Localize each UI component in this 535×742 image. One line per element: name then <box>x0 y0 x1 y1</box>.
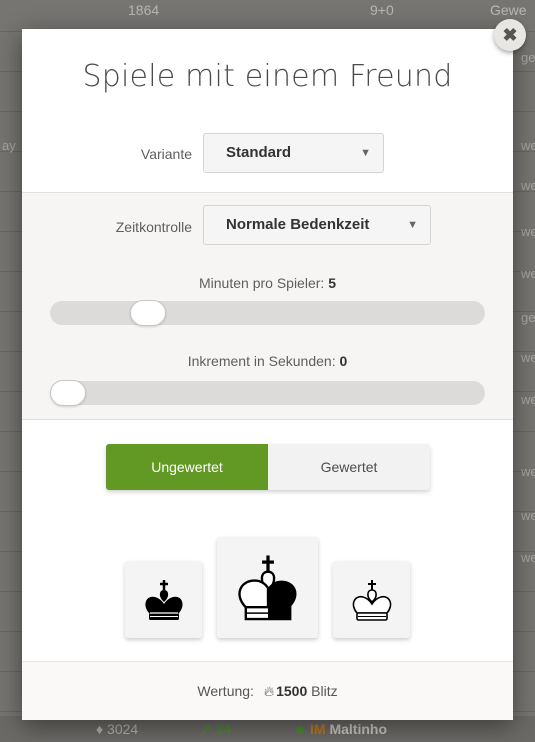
lobby-fragment: we <box>521 266 535 281</box>
chevron-down-icon: ▼ <box>407 219 418 231</box>
lobby-footer-change: ↗ 24 <box>200 721 232 737</box>
unrated-button[interactable]: Ungewertet <box>106 444 268 490</box>
increment-slider[interactable] <box>50 380 485 406</box>
time-control-panel: Zeitkontrolle Normale Bedenkzeit ▼ Minut… <box>22 192 513 420</box>
lobby-fragment: ge <box>521 50 535 65</box>
lobby-player: Gewe <box>490 2 527 18</box>
lobby-fragment: we <box>521 350 535 365</box>
increment-slider-handle[interactable] <box>50 380 86 406</box>
minutes-slider-handle[interactable] <box>130 300 166 326</box>
lobby-fragment: ay <box>2 138 16 153</box>
rating-speed: Blitz <box>311 683 338 699</box>
random-king-icon <box>237 554 296 620</box>
lobby-fragment: we <box>521 508 535 523</box>
lobby-fragment: we <box>521 138 535 153</box>
rated-toggle: Ungewertet Gewertet <box>106 444 430 490</box>
lobby-fragment: we <box>521 178 535 193</box>
fire-icon: 🔥︎ <box>263 683 275 699</box>
play-with-friend-dialog: Spiele mit einem Freund Variante Standar… <box>22 29 513 720</box>
rating-value: 1500 <box>276 683 308 699</box>
variant-value: Standard <box>226 144 292 161</box>
online-dot-icon <box>296 726 304 735</box>
rating-footer: Wertung: 🔥︎ 1500 Blitz <box>22 661 513 720</box>
lobby-footer-player: IM Maltinho <box>296 721 387 737</box>
lobby-time: 9+0 <box>370 2 394 18</box>
dialog-title: Spiele mit einem Freund <box>82 59 453 94</box>
lobby-fragment: we <box>521 464 535 479</box>
play-white-button[interactable] <box>333 561 410 638</box>
black-king-icon <box>144 579 183 620</box>
lobby-rating: 1864 <box>128 2 160 18</box>
time-control-value: Normale Bedenkzeit <box>226 216 370 233</box>
increment-value: 0 <box>339 353 348 369</box>
rated-button[interactable]: Gewertet <box>268 444 430 490</box>
lobby-fragment: we <box>521 550 535 565</box>
time-control-select[interactable]: Normale Bedenkzeit ▼ <box>203 205 431 245</box>
variant-select[interactable]: Standard ▼ <box>203 133 384 173</box>
minutes-slider[interactable] <box>50 300 485 326</box>
rating-label: Wertung: <box>197 683 258 699</box>
variant-label: Variante <box>140 146 192 162</box>
lobby-fragment: we <box>521 224 535 239</box>
time-control-label: Zeitkontrolle <box>115 219 192 235</box>
play-black-button[interactable] <box>125 561 202 638</box>
lobby-row: 1864 9+0 Gewe <box>0 0 535 32</box>
lobby-fragment: ge <box>521 310 535 325</box>
increment-label: Inkrement in Sekunden: 0 <box>187 353 348 369</box>
minutes-label: Minuten pro Spieler: 5 <box>199 275 336 291</box>
close-icon: ✖ <box>502 25 518 45</box>
minutes-value: 5 <box>328 275 336 291</box>
close-button[interactable]: ✖ <box>494 19 526 51</box>
white-king-icon <box>352 579 391 621</box>
lobby-footer-rating: ♦ 3024 <box>96 721 139 737</box>
play-random-color-button[interactable] <box>217 537 318 638</box>
chevron-down-icon: ▼ <box>360 147 371 159</box>
lobby-fragment: we <box>521 392 535 407</box>
